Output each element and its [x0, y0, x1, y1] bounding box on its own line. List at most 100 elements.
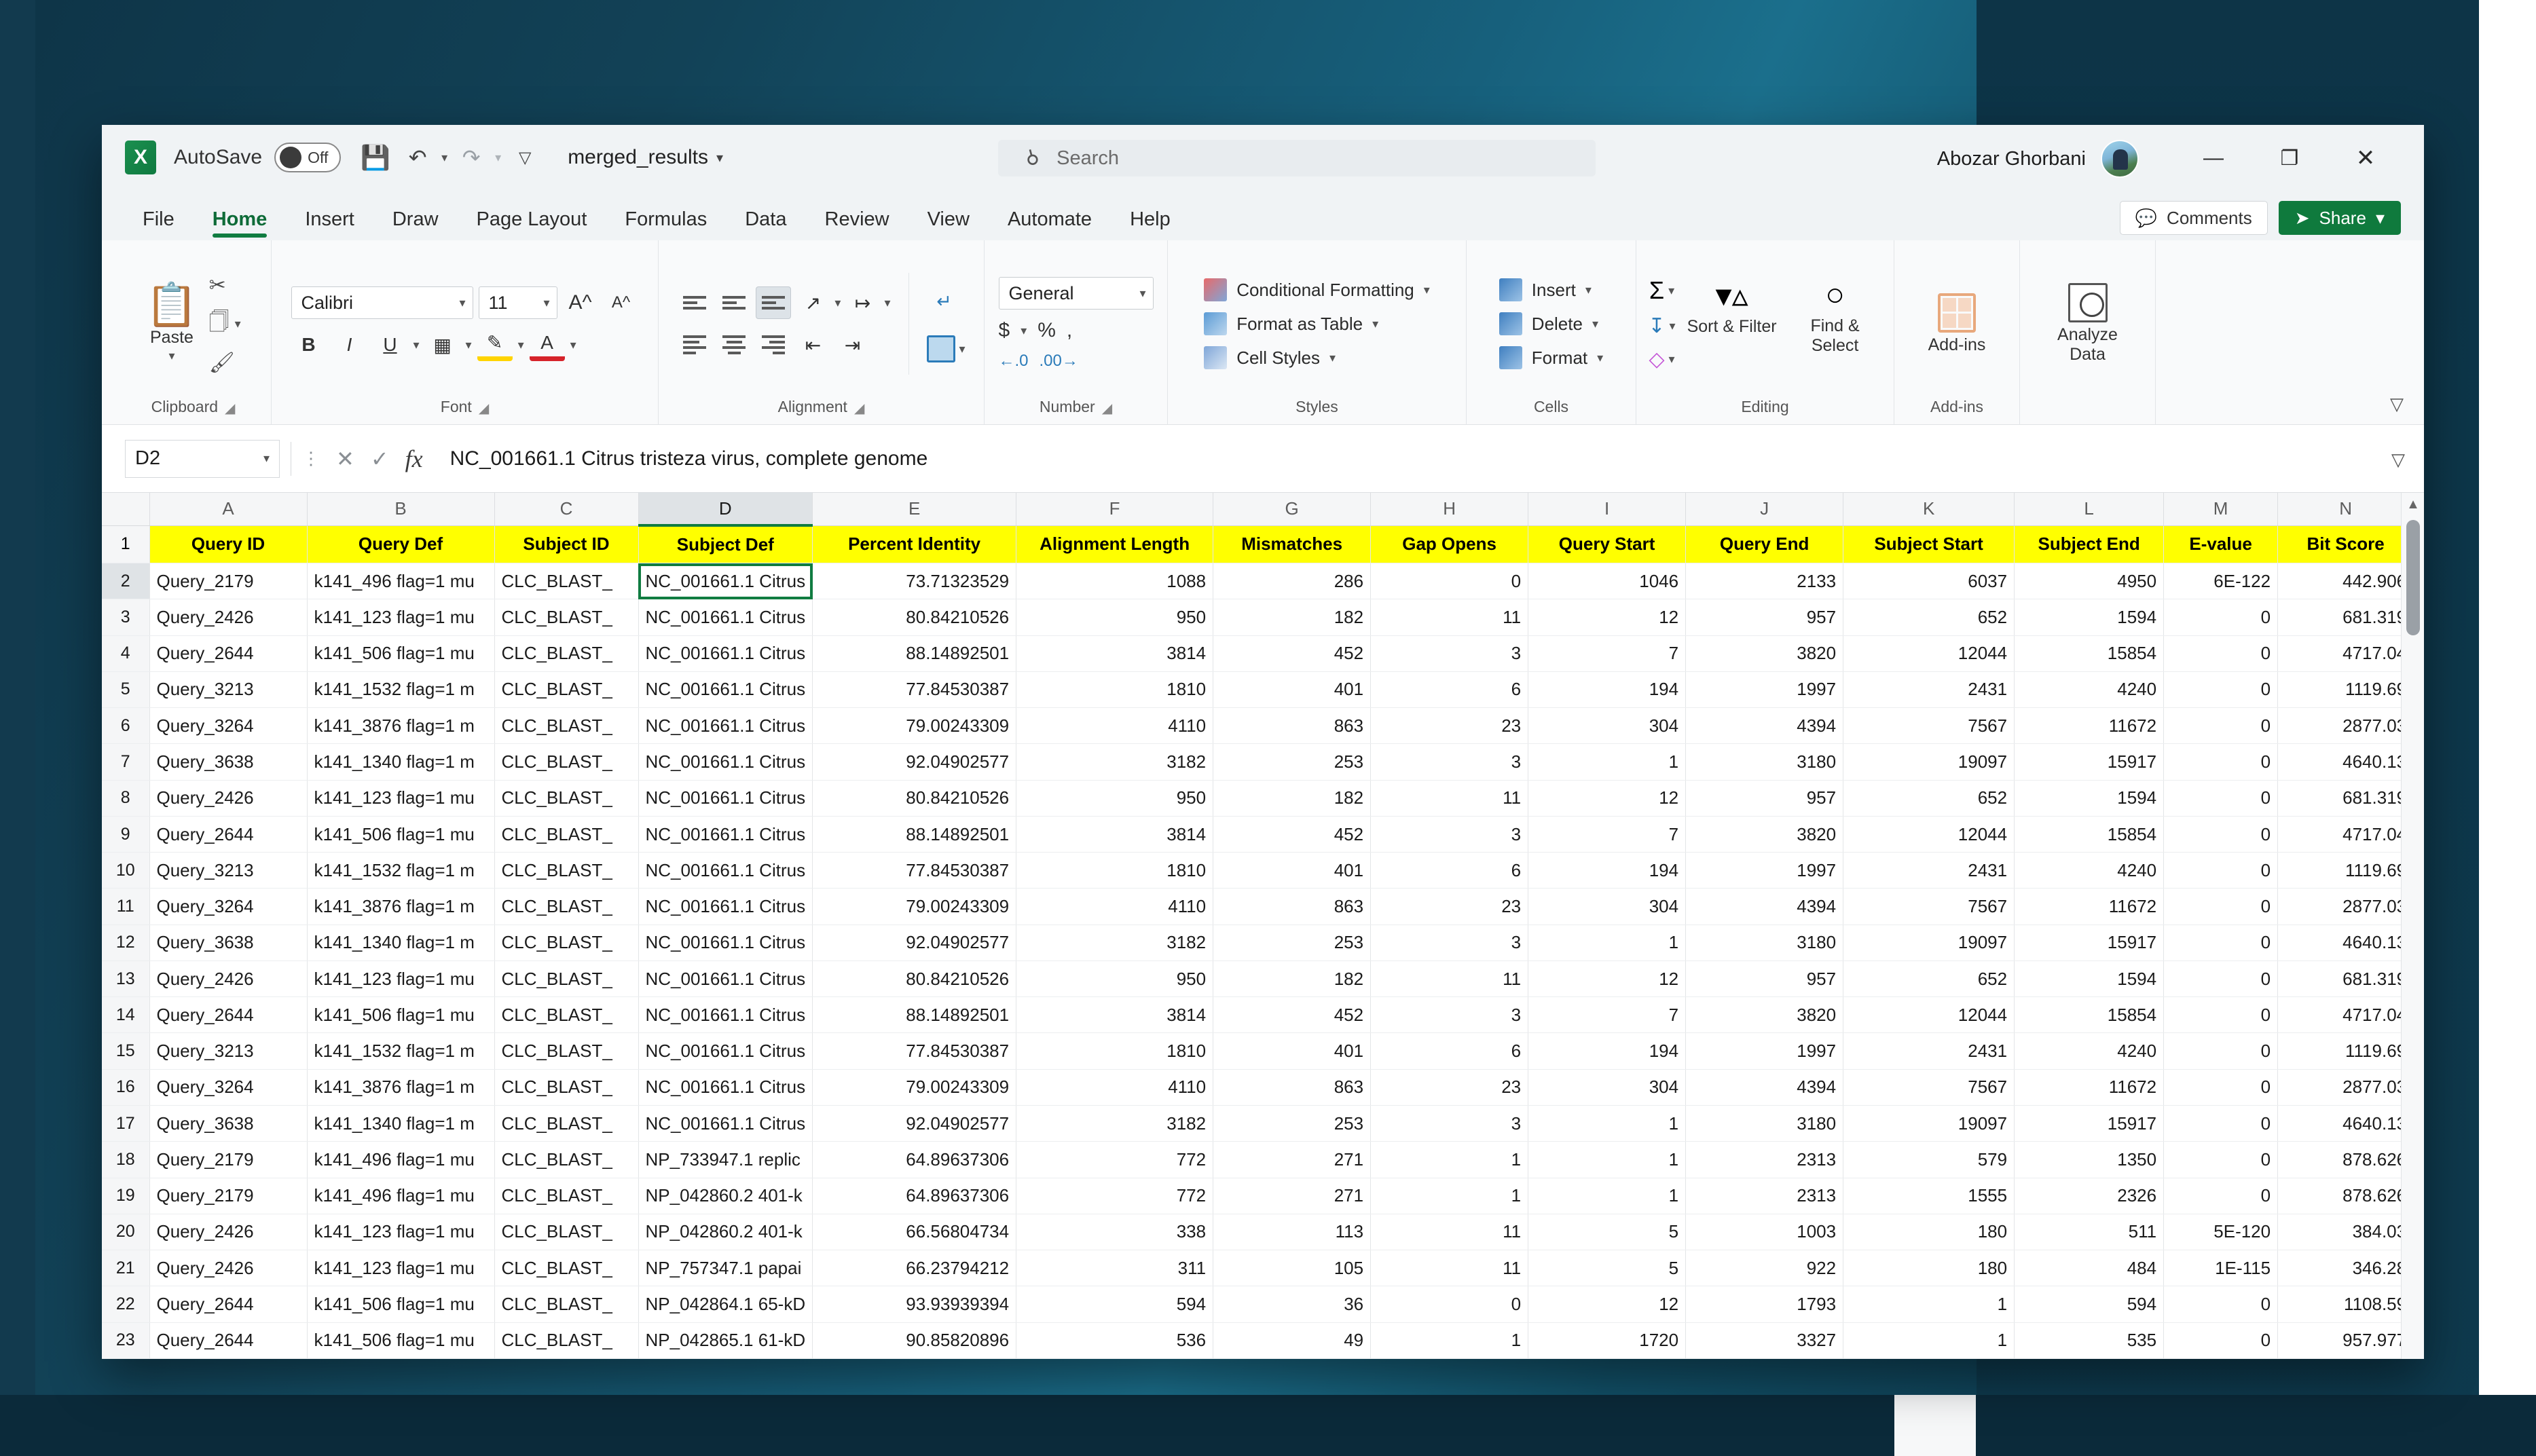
- cell-e9[interactable]: 88.14892501: [813, 816, 1016, 852]
- currency-caret-icon[interactable]: ▾: [1021, 324, 1027, 338]
- underline-icon[interactable]: U: [373, 329, 408, 361]
- cell-n13[interactable]: 681.319: [2278, 960, 2414, 996]
- cell-a13[interactable]: Query_2426: [149, 960, 307, 996]
- autosum-caret-icon[interactable]: ▾: [1668, 284, 1674, 298]
- cell-b11[interactable]: k141_3876 flag=1 m: [307, 889, 494, 925]
- scrollbar-thumb[interactable]: [2406, 520, 2420, 635]
- formula-input[interactable]: NC_001661.1 Citrus tristeza virus, compl…: [441, 438, 2424, 480]
- cell-d7[interactable]: NC_001661.1 Citrus: [638, 744, 813, 780]
- cell-b23[interactable]: k141_506 flag=1 mu: [307, 1322, 494, 1358]
- cell-m4[interactable]: 0: [2164, 635, 2278, 671]
- underline-caret-icon[interactable]: ▾: [414, 338, 420, 352]
- autosave-toggle[interactable]: Off: [274, 143, 341, 172]
- tab-file[interactable]: File: [125, 208, 192, 240]
- column-header-a[interactable]: A: [149, 493, 307, 525]
- cell-i23[interactable]: 1720: [1528, 1322, 1686, 1358]
- cell-n21[interactable]: 346.28: [2278, 1250, 2414, 1286]
- cell-n3[interactable]: 681.319: [2278, 599, 2414, 635]
- cell-e19[interactable]: 64.89637306: [813, 1178, 1016, 1214]
- cell-c16[interactable]: CLC_BLAST_: [494, 1069, 638, 1105]
- cell-i13[interactable]: 12: [1528, 960, 1686, 996]
- table-row[interactable]: 5Query_3213k141_1532 flag=1 mCLC_BLAST_N…: [102, 671, 2414, 707]
- cell-c17[interactable]: CLC_BLAST_: [494, 1106, 638, 1142]
- cell-b7[interactable]: k141_1340 flag=1 m: [307, 744, 494, 780]
- cell-c21[interactable]: CLC_BLAST_: [494, 1250, 638, 1286]
- share-caret-icon[interactable]: ▾: [2376, 208, 2385, 229]
- chevron-down-icon[interactable]: ▾: [1424, 283, 1430, 297]
- cell-h4[interactable]: 3: [1371, 635, 1528, 671]
- cell-j17[interactable]: 3180: [1686, 1106, 1843, 1142]
- indent-icon[interactable]: ↦: [845, 286, 880, 319]
- table-row[interactable]: 8Query_2426k141_123 flag=1 muCLC_BLAST_N…: [102, 780, 2414, 816]
- table-row[interactable]: 10Query_3213k141_1532 flag=1 mCLC_BLAST_…: [102, 853, 2414, 889]
- cancel-icon[interactable]: ✕: [336, 446, 354, 472]
- table-row[interactable]: 14Query_2644k141_506 flag=1 muCLC_BLAST_…: [102, 997, 2414, 1033]
- document-title[interactable]: merged_results: [568, 146, 708, 169]
- tab-draw[interactable]: Draw: [375, 208, 456, 240]
- cell-d21[interactable]: NP_757347.1 papai: [638, 1250, 813, 1286]
- cell-g3[interactable]: 182: [1213, 599, 1371, 635]
- column-header-h[interactable]: H: [1371, 493, 1528, 525]
- cell-c2[interactable]: CLC_BLAST_: [494, 563, 638, 599]
- tab-review[interactable]: Review: [807, 208, 907, 240]
- cell-g12[interactable]: 253: [1213, 925, 1371, 960]
- cell-c7[interactable]: CLC_BLAST_: [494, 744, 638, 780]
- cell-f3[interactable]: 950: [1016, 599, 1213, 635]
- cell-e23[interactable]: 90.85820896: [813, 1322, 1016, 1358]
- expand-formula-bar-icon[interactable]: ▽: [2391, 449, 2405, 470]
- row-header-21[interactable]: 21: [102, 1250, 149, 1286]
- cell-d8[interactable]: NC_001661.1 Citrus: [638, 780, 813, 816]
- collapse-ribbon-icon[interactable]: ▽: [2390, 394, 2404, 415]
- cell-f11[interactable]: 4110: [1016, 889, 1213, 925]
- cell-j10[interactable]: 1997: [1686, 853, 1843, 889]
- font-color-caret-icon[interactable]: ▾: [570, 338, 576, 352]
- cell-c23[interactable]: CLC_BLAST_: [494, 1322, 638, 1358]
- cell-j23[interactable]: 3327: [1686, 1322, 1843, 1358]
- cell-h9[interactable]: 3: [1371, 816, 1528, 852]
- cell-g19[interactable]: 271: [1213, 1178, 1371, 1214]
- vertical-scrollbar[interactable]: ▲: [2401, 493, 2424, 1359]
- cell-j19[interactable]: 2313: [1686, 1178, 1843, 1214]
- table-row[interactable]: 13Query_2426k141_123 flag=1 muCLC_BLAST_…: [102, 960, 2414, 996]
- cell-i17[interactable]: 1: [1528, 1106, 1686, 1142]
- chevron-down-icon[interactable]: ▾: [1372, 317, 1378, 331]
- column-header-m[interactable]: M: [2164, 493, 2278, 525]
- cell-i4[interactable]: 7: [1528, 635, 1686, 671]
- cell-l19[interactable]: 2326: [2015, 1178, 2164, 1214]
- cell-n18[interactable]: 878.626: [2278, 1142, 2414, 1178]
- cell-b19[interactable]: k141_496 flag=1 mu: [307, 1178, 494, 1214]
- borders-icon[interactable]: ▦: [425, 329, 460, 361]
- cell-l12[interactable]: 15917: [2015, 925, 2164, 960]
- tab-automate[interactable]: Automate: [990, 208, 1109, 240]
- cell-a4[interactable]: Query_2644: [149, 635, 307, 671]
- scroll-up-icon[interactable]: ▲: [2402, 493, 2424, 516]
- table-row[interactable]: 12Query_3638k141_1340 flag=1 mCLC_BLAST_…: [102, 925, 2414, 960]
- cell-c18[interactable]: CLC_BLAST_: [494, 1142, 638, 1178]
- dialog-launcher-icon[interactable]: ◢: [854, 400, 864, 417]
- cell-k3[interactable]: 652: [1843, 599, 2015, 635]
- cell-k8[interactable]: 652: [1843, 780, 2015, 816]
- cell-i20[interactable]: 5: [1528, 1214, 1686, 1250]
- table-row[interactable]: 23Query_2644k141_506 flag=1 muCLC_BLAST_…: [102, 1322, 2414, 1358]
- autosum-icon[interactable]: Σ: [1649, 276, 1664, 305]
- cell-styles-button[interactable]: Cell Styles ▾: [1204, 346, 1430, 369]
- cell-l11[interactable]: 11672: [2015, 889, 2164, 925]
- cell-k22[interactable]: 1: [1843, 1286, 2015, 1322]
- cell-a3[interactable]: Query_2426: [149, 599, 307, 635]
- cell-g17[interactable]: 253: [1213, 1106, 1371, 1142]
- row-header-17[interactable]: 17: [102, 1106, 149, 1142]
- cell-b4[interactable]: k141_506 flag=1 mu: [307, 635, 494, 671]
- row-header-9[interactable]: 9: [102, 816, 149, 852]
- cell-j18[interactable]: 2313: [1686, 1142, 1843, 1178]
- cell-e21[interactable]: 66.23794212: [813, 1250, 1016, 1286]
- header-cell-e-value[interactable]: E-value: [2164, 525, 2278, 563]
- cell-a20[interactable]: Query_2426: [149, 1214, 307, 1250]
- header-cell-subject-end[interactable]: Subject End: [2015, 525, 2164, 563]
- cell-l3[interactable]: 1594: [2015, 599, 2164, 635]
- table-row[interactable]: 3Query_2426k141_123 flag=1 muCLC_BLAST_N…: [102, 599, 2414, 635]
- cell-k17[interactable]: 19097: [1843, 1106, 2015, 1142]
- cell-g9[interactable]: 452: [1213, 816, 1371, 852]
- align-right-icon[interactable]: [756, 329, 791, 361]
- cell-f20[interactable]: 338: [1016, 1214, 1213, 1250]
- cell-l18[interactable]: 1350: [2015, 1142, 2164, 1178]
